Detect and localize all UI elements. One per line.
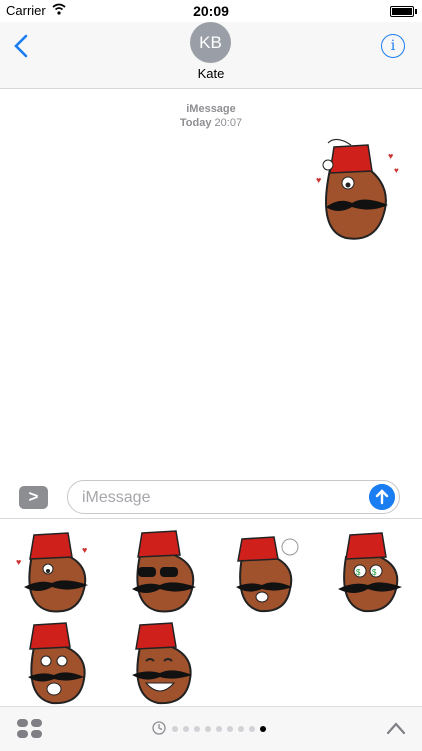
battery-icon [390, 6, 417, 17]
message-placeholder: iMessage [82, 489, 151, 506]
contact-name[interactable]: Kate [0, 66, 422, 81]
svg-text:♥: ♥ [316, 175, 321, 185]
clock-time: 20:09 [193, 3, 229, 19]
sticker-drawer: ♥ ♥ $ $ [0, 518, 422, 707]
page-dot[interactable] [260, 726, 266, 732]
sticker-fez-laughing[interactable] [116, 617, 208, 709]
svg-text:♥: ♥ [388, 151, 393, 161]
message-input[interactable]: iMessage [67, 480, 400, 514]
avatar[interactable]: KB [190, 22, 231, 63]
date-time-label: Today 20:07 [0, 116, 422, 130]
page-dot[interactable] [205, 726, 211, 732]
page-dot[interactable] [238, 726, 244, 732]
sticker-fez-sunglasses[interactable] [116, 525, 208, 617]
sticker-fez-money[interactable]: $ $ [324, 525, 416, 617]
app-drawer-bar [0, 706, 422, 751]
sent-sticker-fez-hearts[interactable]: ♥ ♥ ♥ [306, 135, 406, 245]
sticker-fez-hearts[interactable]: ♥♥ [12, 525, 104, 617]
page-dot[interactable] [194, 726, 200, 732]
info-icon[interactable]: i [381, 34, 405, 58]
status-bar: Carrier 20:09 [0, 0, 422, 22]
sticker-fez-angry[interactable] [12, 617, 104, 709]
page-dot[interactable] [249, 726, 255, 732]
svg-text:♥: ♥ [16, 557, 21, 567]
page-dot[interactable] [216, 726, 222, 732]
recents-clock-icon[interactable] [152, 721, 166, 735]
svg-text:♥: ♥ [394, 166, 399, 175]
page-dot[interactable] [183, 726, 189, 732]
sticker-fez-steam[interactable] [220, 525, 312, 617]
send-arrow-icon[interactable] [369, 484, 395, 510]
time-label: 20:07 [214, 117, 243, 129]
message-composer: > iMessage [0, 476, 422, 518]
svg-text:$: $ [356, 568, 361, 577]
page-dot[interactable] [227, 726, 233, 732]
day-label: Today [179, 117, 212, 129]
app-store-grid-icon[interactable] [17, 719, 43, 739]
svg-text:$: $ [372, 568, 377, 577]
svg-text:♥: ♥ [82, 545, 87, 555]
expand-apps-button[interactable]: > [19, 486, 48, 509]
back-chevron-icon[interactable] [12, 34, 32, 58]
page-dot[interactable] [172, 726, 178, 732]
conversation-header: KB Kate i [0, 22, 422, 89]
chevron-up-icon[interactable] [386, 721, 406, 735]
service-label: iMessage [186, 103, 236, 115]
message-timestamp: iMessage Today 20:07 [0, 102, 422, 130]
